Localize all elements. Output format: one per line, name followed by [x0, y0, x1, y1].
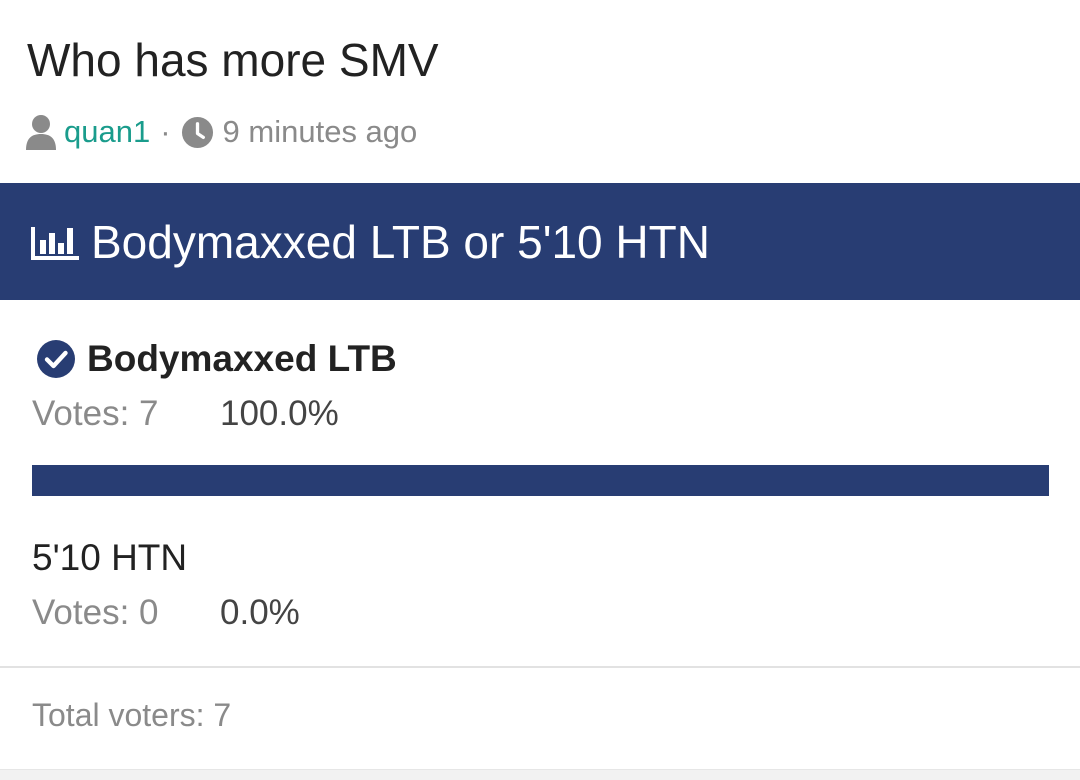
author-link[interactable]: quan1	[64, 114, 150, 150]
vote-percent: 0.0%	[220, 593, 300, 632]
total-voters-count: 7	[213, 697, 232, 733]
thread-title: Who has more SMV	[27, 34, 439, 86]
votes-label: Votes:	[32, 394, 130, 433]
total-voters-label: Total voters:	[32, 697, 205, 733]
poll-option[interactable]: Bodymaxxed LTB Votes: 7 100.0%	[32, 335, 1049, 496]
poll-header: Bodymaxxed LTB or 5'10 HTN	[0, 183, 1080, 300]
poll-option[interactable]: 5'10 HTN Votes: 0 0.0%	[32, 534, 1049, 638]
bar-chart-icon	[31, 226, 79, 260]
votes-label: Votes:	[32, 593, 130, 632]
post-time: 9 minutes ago	[222, 114, 418, 149]
vote-bar	[32, 465, 1049, 496]
user-icon	[26, 115, 56, 150]
meta-separator: ·	[160, 114, 171, 149]
divider	[0, 666, 1080, 668]
poll-question: Bodymaxxed LTB or 5'10 HTN	[91, 215, 710, 268]
thread-meta: quan1 · 9 minutes ago	[26, 110, 417, 154]
vote-count: 0	[139, 593, 159, 632]
vote-count: 7	[139, 394, 159, 433]
vote-percent: 100.0%	[220, 394, 339, 433]
check-circle-icon	[37, 340, 75, 378]
option-label: 5'10 HTN	[32, 537, 188, 578]
option-stats: Votes: 7 100.0%	[32, 389, 1049, 439]
vote-bar-fill	[32, 465, 1049, 496]
clock-icon	[181, 116, 213, 148]
option-stats: Votes: 0 0.0%	[32, 588, 1049, 638]
total-voters: Total voters: 7	[32, 697, 231, 734]
bottom-strip	[0, 769, 1080, 780]
option-label: Bodymaxxed LTB	[87, 338, 397, 379]
